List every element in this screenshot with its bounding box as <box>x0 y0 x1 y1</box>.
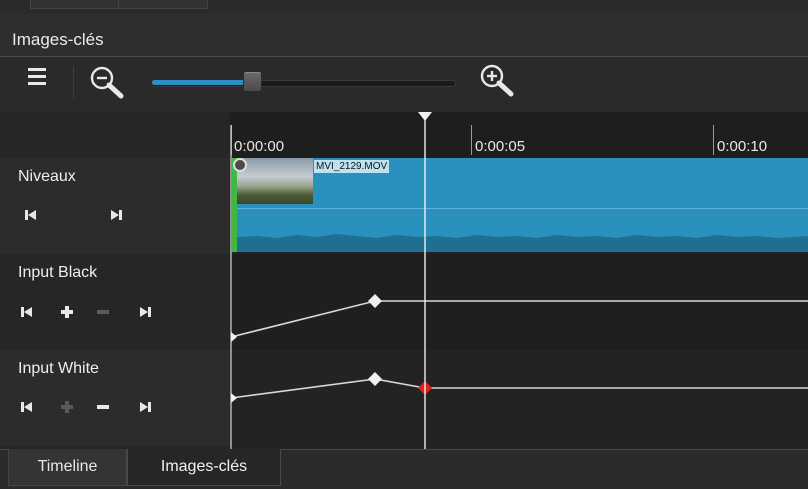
ruler-tick-label: 0:00:05 <box>475 138 526 155</box>
add-keyframe-icon <box>61 401 73 413</box>
zoom-slider-fill <box>152 80 249 85</box>
keyframe-lane-input-white[interactable] <box>230 350 808 449</box>
ruler-tick-label: 0:00:10 <box>717 138 768 155</box>
upper-tab-stub[interactable] <box>30 0 120 9</box>
next-keyframe-icon[interactable] <box>109 208 123 222</box>
clip-thumbnail <box>237 158 313 204</box>
tab-keyframes[interactable]: Images-clés <box>127 449 281 486</box>
track-name-input-black: Input Black <box>18 264 98 281</box>
top-strip <box>0 0 808 14</box>
hamburger-menu-icon[interactable] <box>28 68 46 88</box>
ruler-tick <box>471 125 472 155</box>
clip-level-line <box>237 208 808 209</box>
keyframe-lane-input-black[interactable] <box>230 254 808 350</box>
add-keyframe-icon[interactable] <box>60 305 74 319</box>
clip-name: MVI_2129.MOV <box>314 160 390 173</box>
zoom-out-icon[interactable] <box>88 64 128 100</box>
panel-title: Images-clés <box>12 30 104 49</box>
audio-waveform <box>237 234 808 252</box>
ruler-tick <box>231 125 232 155</box>
toolbar-separator <box>73 66 74 98</box>
previous-keyframe-icon[interactable] <box>24 208 38 222</box>
zoom-slider-handle[interactable] <box>243 71 262 92</box>
tab-timeline[interactable]: Timeline <box>8 449 127 486</box>
previous-keyframe-icon[interactable] <box>20 305 34 319</box>
clip-fade-handle[interactable] <box>233 158 247 172</box>
panel-header <box>0 14 808 57</box>
previous-keyframe-icon[interactable] <box>20 400 34 414</box>
track-name-input-white: Input White <box>18 360 99 377</box>
remove-keyframe-icon[interactable] <box>96 400 110 414</box>
next-keyframe-icon[interactable] <box>138 400 152 414</box>
remove-keyframe-icon <box>97 310 109 314</box>
zoom-in-icon[interactable] <box>478 62 518 100</box>
ruler-tick <box>713 125 714 155</box>
upper-tab-stub[interactable] <box>118 0 208 9</box>
ruler-tick-label: 0:00:00 <box>234 138 285 155</box>
track-name-niveaux: Niveaux <box>18 168 76 185</box>
next-keyframe-icon[interactable] <box>138 305 152 319</box>
